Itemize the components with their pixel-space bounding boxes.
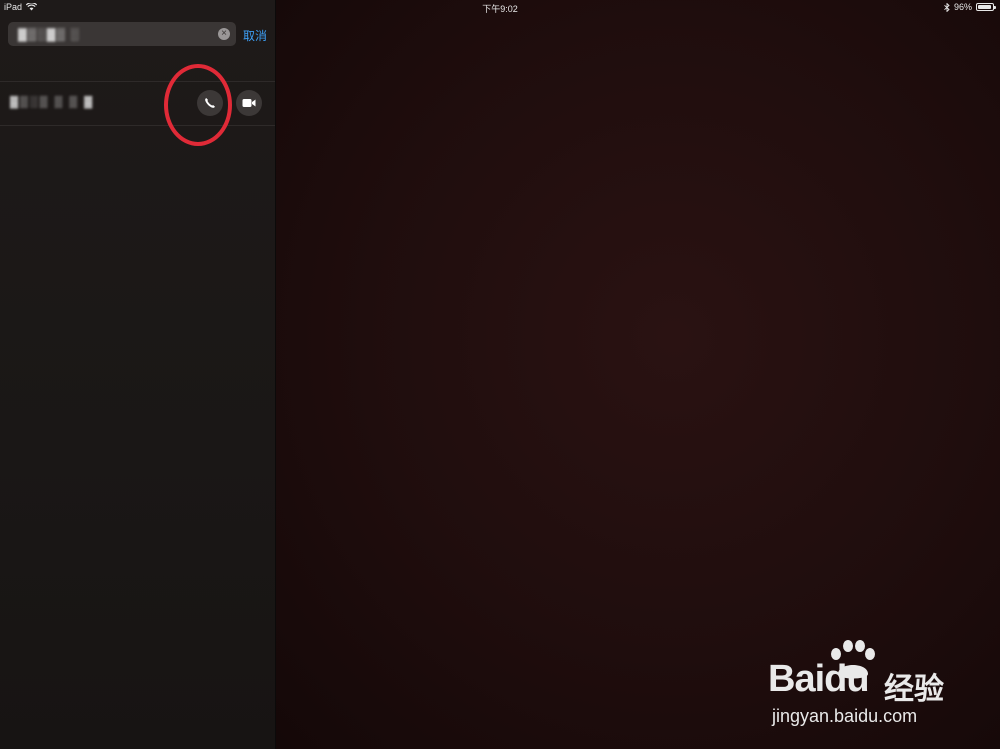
search-row: ▓▒░▓▒ ░ × 取消 bbox=[8, 22, 268, 46]
status-time: 下午9:02 bbox=[482, 4, 518, 14]
contact-result-row[interactable]: ▓▒░▒ ▒ ▒ ▓ bbox=[0, 82, 275, 125]
search-input[interactable]: ▓▒░▓▒ ░ × bbox=[8, 22, 236, 46]
highlight-ring bbox=[164, 64, 232, 146]
cancel-button[interactable]: 取消 bbox=[243, 27, 267, 44]
camera-preview bbox=[275, 0, 1000, 749]
search-value: ▓▒░▓▒ ░ bbox=[18, 27, 80, 41]
bluetooth-icon bbox=[944, 2, 950, 12]
status-right: 96% bbox=[944, 2, 996, 12]
facetime-sidebar: ▓▒░▓▒ ░ × 取消 ▓▒░▒ ▒ ▒ ▓ bbox=[0, 0, 276, 749]
clear-icon[interactable]: × bbox=[218, 28, 230, 40]
watermark-cn: 经验 bbox=[884, 673, 944, 706]
battery-icon bbox=[976, 3, 996, 11]
status-bar: iPad 下午9:02 96% bbox=[0, 0, 1000, 14]
watermark-logo: Baidu bbox=[768, 658, 870, 700]
contact-name: ▓▒░▒ ▒ ▒ ▓ bbox=[10, 96, 95, 108]
divider bbox=[0, 125, 275, 126]
battery-percent: 96% bbox=[953, 2, 972, 12]
baidu-watermark: Baidu 经验 jingyan.baidu.com bbox=[764, 640, 984, 730]
watermark-url: jingyan.baidu.com bbox=[772, 706, 918, 726]
video-call-button[interactable] bbox=[236, 90, 262, 116]
video-camera-icon bbox=[242, 99, 256, 107]
